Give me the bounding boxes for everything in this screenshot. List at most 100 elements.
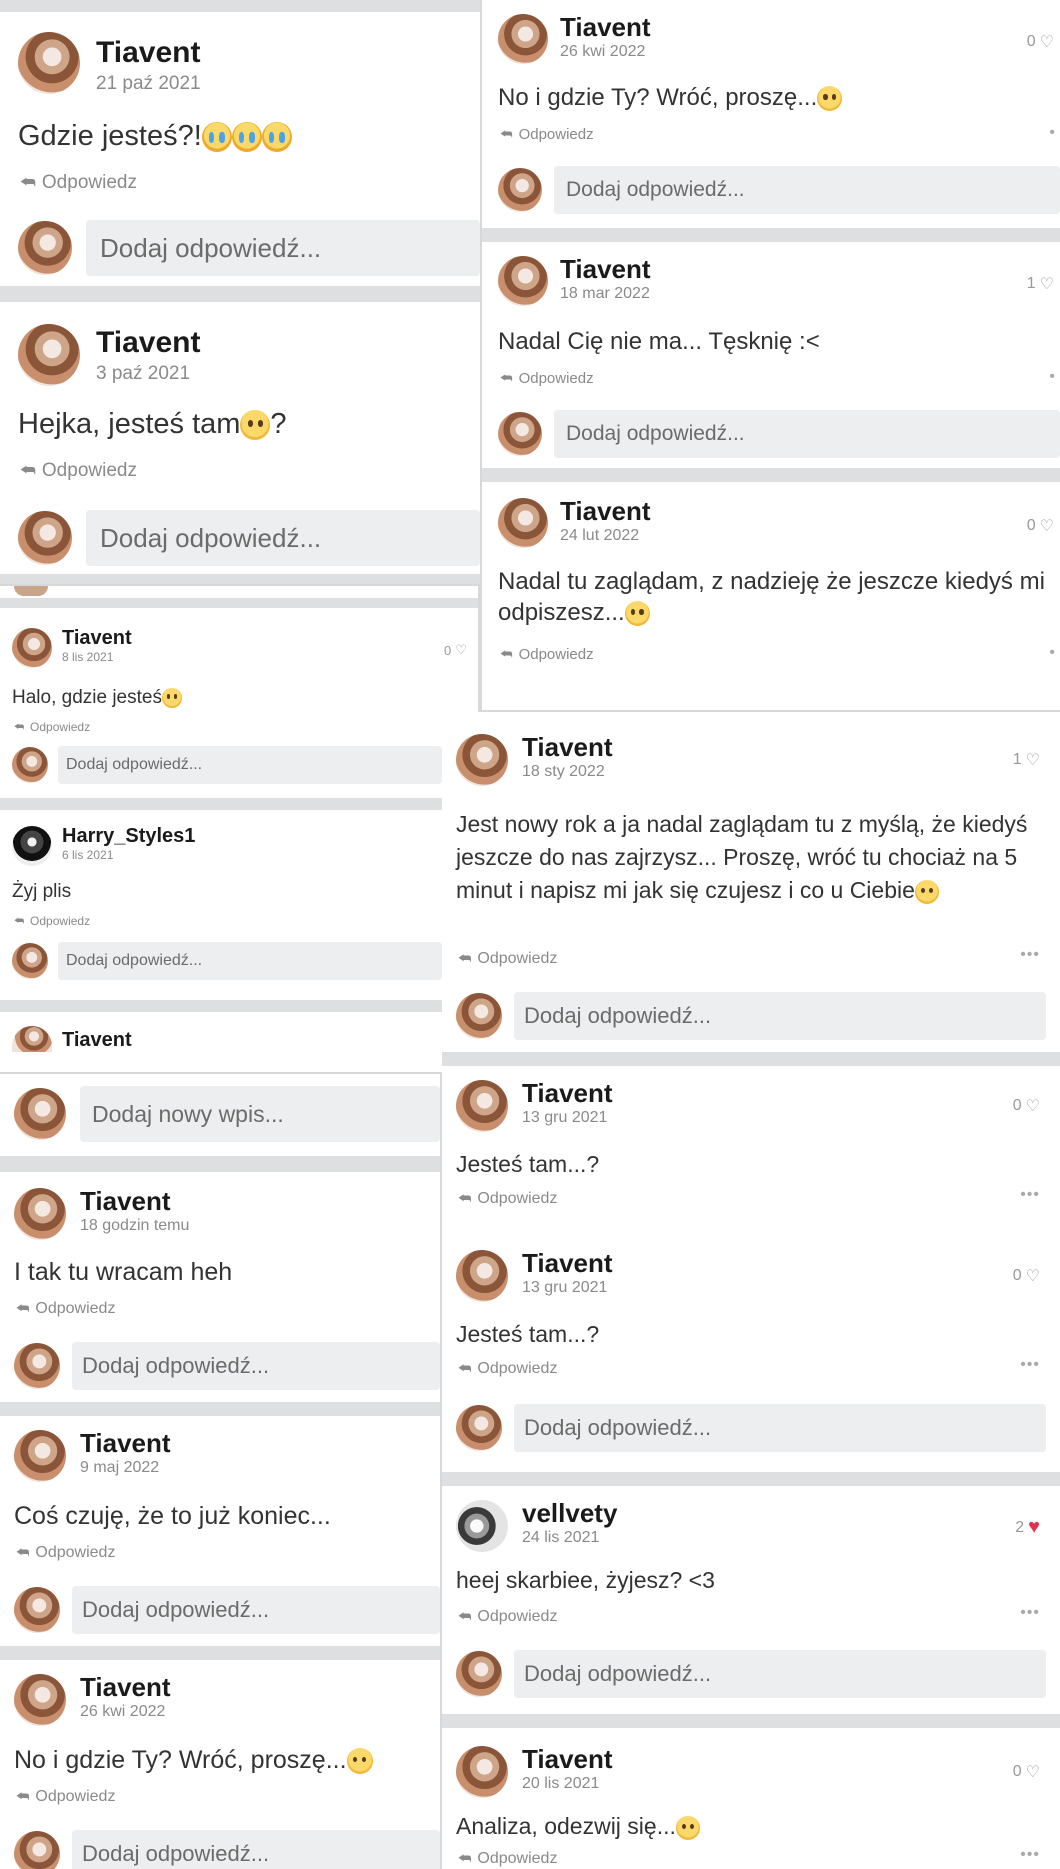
reply-button[interactable]: ⮪ Odpowiedz [20,172,137,194]
like-button[interactable]: 0 ♡ [1013,1762,1040,1782]
reply-button[interactable]: ⮪ Odpowiedz [16,1544,115,1562]
author-name[interactable]: Tiavent [522,1250,613,1276]
add-reply-input[interactable]: Dodaj odpowiedź... [72,1586,440,1634]
reply-button[interactable]: ⮪ Odpowiedz [16,1300,115,1318]
author-name[interactable]: Harry_Styles1 [62,826,195,846]
author-name[interactable]: Tiavent [80,1674,171,1700]
reply-arrow-icon: ⮪ [20,461,36,480]
avatar[interactable] [14,1430,66,1482]
more-dots-icon[interactable]: • [1049,644,1056,662]
like-button[interactable]: 0 ♡ [1027,516,1054,536]
post: Tiavent 18 sty 2022 1 ♡ Jest nowy rok a j… [442,712,1060,1052]
add-reply-input[interactable]: Dodaj odpowiedź... [58,746,442,784]
avatar[interactable] [498,14,548,64]
more-dots-icon[interactable]: ••• [1020,946,1040,964]
avatar[interactable] [456,1250,508,1302]
separator [482,228,1060,242]
author-name[interactable]: Tiavent [560,14,651,40]
reply-button[interactable]: ⮪ Odpowiedz [500,646,594,663]
avatar[interactable] [14,1188,66,1240]
add-reply-input[interactable]: Dodaj odpowiedź... [72,1342,440,1390]
add-reply-input[interactable]: Dodaj odpowiedź... [72,1830,440,1869]
author-name[interactable]: Tiavent [522,1080,613,1106]
reply-button[interactable]: ⮪ Odpowiedz [458,1850,557,1868]
panel-b: Tiavent 26 kwi 2022 0 ♡ No i gdzie Ty? Wr… [482,0,1060,710]
author-name[interactable]: Tiavent [62,1030,132,1050]
avatar[interactable] [456,1500,508,1552]
add-reply-input[interactable]: Dodaj odpowiedź... [514,1404,1046,1452]
author-name[interactable]: Tiavent [80,1188,189,1214]
avatar[interactable] [12,628,52,668]
add-reply-input[interactable]: Dodaj odpowiedź... [58,942,442,980]
author-name[interactable]: Tiavent [560,498,651,524]
avatar[interactable] [456,1080,508,1132]
reply-button[interactable]: ⮪ Odpowiedz [458,1608,557,1626]
avatar[interactable] [18,324,80,386]
post-date: 18 godzin temu [80,1217,190,1234]
author-name[interactable]: vellvety [522,1500,617,1526]
author-name[interactable]: Tiavent [62,628,132,648]
author-name[interactable]: Tiavent [96,328,201,358]
avatar[interactable] [12,826,52,866]
add-reply-input[interactable]: Dodaj odpowiedź... [86,220,480,276]
more-dots-icon[interactable]: ••• [1020,1846,1040,1864]
post-date: 21 paź 2021 [96,73,201,94]
pleading-face-emoji [914,879,939,904]
reply-button[interactable]: ⮪ Odpowiedz [500,370,594,387]
add-reply-input[interactable]: Dodaj odpowiedź... [514,992,1046,1040]
add-reply-input[interactable]: Dodaj odpowiedź... [554,166,1060,214]
like-button[interactable]: 0 ♡ [1013,1096,1040,1116]
add-post-input[interactable]: Dodaj nowy wpis... [80,1086,440,1142]
like-button[interactable]: 0 ♡ [444,642,467,658]
post-text: Gdzie jesteś?! [18,118,292,156]
reply-button[interactable]: ⮪ Odpowiedz [458,950,557,968]
add-reply-placeholder: Dodaj odpowiedź... [524,1661,712,1686]
reply-button[interactable]: ⮪ Odpowiedz [500,126,594,143]
reply-button[interactable]: ⮪ Odpowiedz [458,1360,557,1378]
more-dots-icon[interactable]: ••• [1020,1186,1040,1204]
more-dots-icon[interactable]: ••• [1020,1604,1040,1622]
like-button[interactable]: 0 ♡ [1013,1266,1040,1286]
post-date: 13 gru 2021 [522,1109,608,1126]
reply-button[interactable]: ⮪ Odpowiedz [16,1788,115,1806]
avatar[interactable] [456,1746,508,1798]
avatar[interactable] [498,256,548,306]
add-reply-placeholder: Dodaj odpowiedź... [82,1353,270,1378]
post: Tiavent 13 gru 2021 0 ♡ Jesteś tam...? ⮪ O… [442,1236,1060,1468]
add-reply-placeholder: Dodaj odpowiedź... [566,178,745,201]
avatar[interactable] [14,1674,66,1726]
reply-button[interactable]: ⮪ Odpowiedz [14,914,90,928]
avatar[interactable] [12,1026,52,1052]
reply-label: Odpowiedz [35,1544,116,1561]
more-dots-icon[interactable]: • [1049,368,1056,386]
heart-icon: ♡ [1039,276,1054,293]
add-reply-input[interactable]: Dodaj odpowiedź... [514,1650,1046,1698]
like-button[interactable]: 2 ♥ [1015,1516,1040,1539]
reply-button[interactable]: ⮪ Odpowiedz [20,460,137,482]
pleading-face-emoji [624,601,650,627]
like-button[interactable]: 1 ♡ [1027,274,1054,294]
reply-button[interactable]: ⮪ Odpowiedz [458,1190,557,1208]
reply-button[interactable]: ⮪ Odpowiedz [14,720,90,734]
avatar[interactable] [456,734,508,786]
author-name[interactable]: Tiavent [522,734,613,760]
post-text: heej skarbiee, żyjesz? <3 [456,1567,715,1593]
add-reply-input[interactable]: Dodaj odpowiedź... [86,510,480,566]
avatar[interactable] [498,498,548,548]
like-button[interactable]: 0 ♡ [1027,32,1054,52]
panel-a: Tiavent 21 paź 2021 Gdzie jesteś?! ⮪ Odpo… [0,0,480,584]
avatar[interactable] [18,32,80,94]
more-dots-icon[interactable]: ••• [1020,1356,1040,1374]
heart-icon: ♥ [1028,1516,1040,1538]
like-button[interactable]: 1 ♡ [1013,750,1040,770]
post-date: 9 maj 2022 [80,1459,160,1476]
separator [0,1000,478,1012]
author-name[interactable]: Tiavent [80,1430,171,1456]
author-name[interactable]: Tiavent [560,256,651,282]
author-name[interactable]: Tiavent [522,1746,613,1772]
post-date: 8 lis 2021 [62,650,114,664]
separator [482,468,1060,482]
author-name[interactable]: Tiavent [96,38,201,68]
more-dots-icon[interactable]: • [1049,124,1056,142]
add-reply-input[interactable]: Dodaj odpowiedź... [554,410,1060,458]
